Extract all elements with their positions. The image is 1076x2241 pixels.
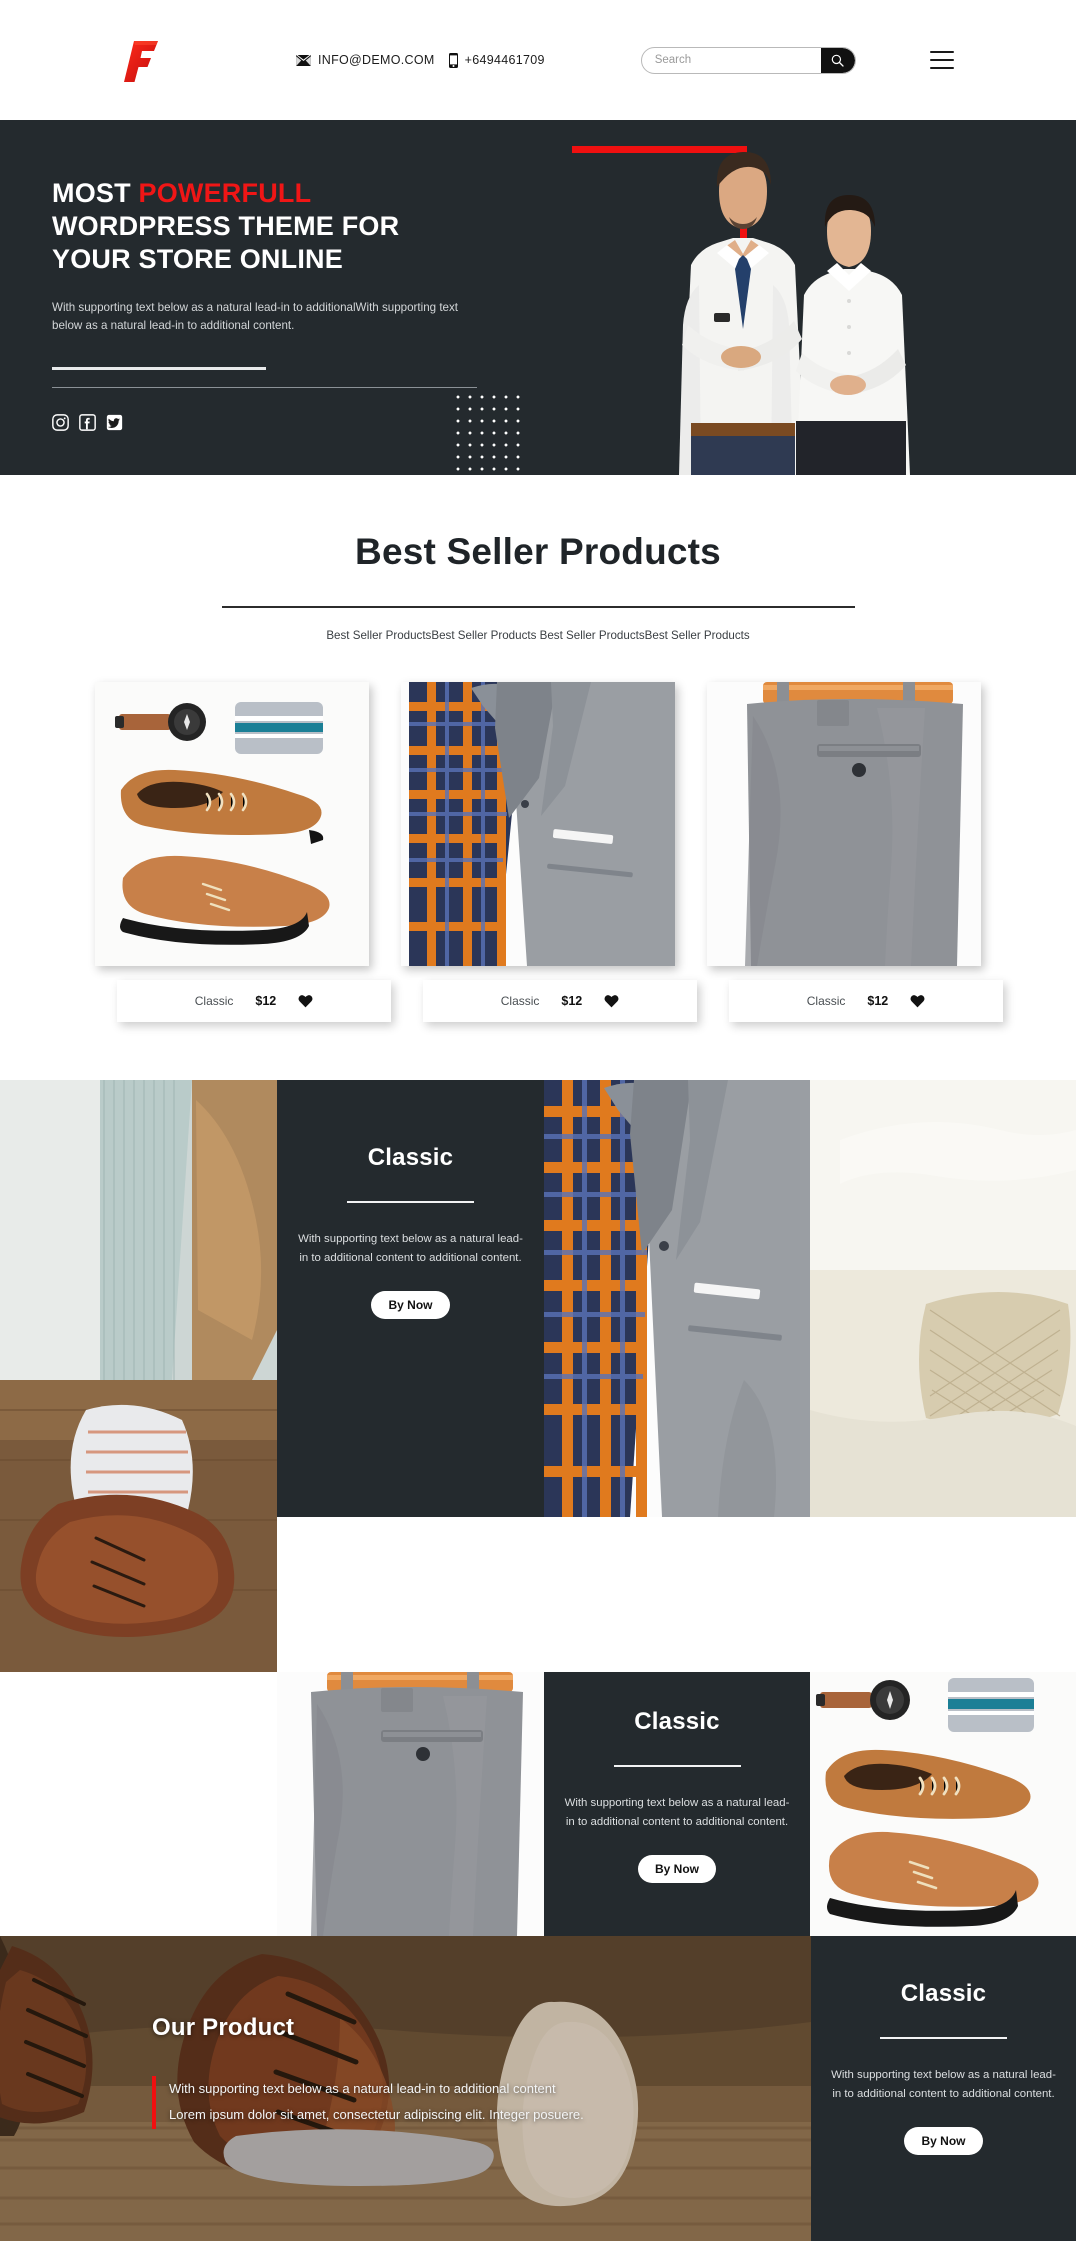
- product-meta: Classic $12: [729, 979, 1003, 1022]
- showcase-image-white-fabric[interactable]: [810, 1079, 1076, 1517]
- heart-icon[interactable]: [298, 994, 313, 1008]
- bestseller-subtitle: Best Seller ProductsBest Seller Products…: [326, 628, 750, 642]
- showcase-row: Classic With supporting text below as a …: [0, 1671, 1076, 1936]
- promo-description: With supporting text below as a natural …: [564, 1796, 790, 1828]
- showcase-image-grey-trousers[interactable]: [277, 1671, 544, 1936]
- showcase-image-shoes-watch-socks[interactable]: [810, 1671, 1076, 1936]
- promo-title: Classic: [900, 1979, 987, 2007]
- twitter-icon[interactable]: [106, 414, 123, 431]
- showcase-row: Our Product With supporting text below a…: [0, 1935, 1076, 2241]
- promo-divider: [880, 2036, 1007, 2039]
- mail-icon: [296, 54, 311, 66]
- showcase-row: Classic With supporting text below as a …: [0, 1079, 1076, 1672]
- product-image-grey-trousers[interactable]: [707, 681, 981, 966]
- hero-photo-business-couple: [596, 135, 976, 475]
- promo-divider: [347, 1200, 474, 1203]
- product-price: $12: [561, 993, 583, 1008]
- promo-description: With supporting text below as a natural …: [298, 1232, 523, 1264]
- buy-now-button[interactable]: By Now: [904, 2126, 983, 2155]
- product-showcase-grid: Classic With supporting text below as a …: [0, 1079, 1076, 2241]
- our-product-title: Our Product: [152, 2013, 295, 2041]
- header-email-label: INFO@DEMO.COM: [318, 53, 435, 67]
- product-name: Classic: [500, 993, 540, 1008]
- site-logo[interactable]: [118, 35, 162, 85]
- heart-icon[interactable]: [604, 994, 619, 1008]
- hero-divider-thin: [52, 386, 477, 389]
- our-product-body: With supporting text below as a natural …: [152, 2075, 811, 2129]
- header-contact-block: INFO@DEMO.COM +6494461709: [296, 52, 545, 68]
- hamburger-line: [929, 67, 954, 69]
- hero-title: MOST POWERFULL WORDPRESS THEME FOR YOUR …: [52, 177, 480, 277]
- product-price: $12: [255, 993, 277, 1008]
- hamburger-line: [929, 51, 954, 53]
- bestseller-divider: [221, 606, 855, 608]
- bestseller-title: Best Seller Products: [355, 531, 721, 572]
- buy-now-button[interactable]: By Now: [371, 1290, 450, 1319]
- hero-description: With supporting text below as a natural …: [52, 300, 459, 333]
- product-card: Classic $12: [401, 681, 697, 1022]
- hero-title-part2: WORDPRESS THEME FOR YOUR STORE ONLINE: [52, 211, 400, 275]
- hero-title-part1: MOST: [52, 178, 139, 208]
- bestseller-section: Best Seller Products Best Seller Product…: [0, 475, 1076, 1022]
- site-header: INFO@DEMO.COM +6494461709: [0, 0, 1076, 120]
- search-button[interactable]: [820, 47, 855, 73]
- promo-title: Classic: [367, 1143, 454, 1171]
- product-name: Classic: [806, 993, 846, 1008]
- hero-social-links: [52, 414, 480, 431]
- logo-f-icon: [124, 41, 158, 82]
- promo-card-classic-1: Classic With supporting text below as a …: [277, 1079, 544, 1517]
- our-product-overlay: Our Product With supporting text below a…: [0, 1936, 811, 2241]
- our-product-banner[interactable]: Our Product With supporting text below a…: [0, 1935, 811, 2241]
- hero-title-accent: POWERFULL: [138, 178, 312, 208]
- facebook-icon[interactable]: [79, 414, 96, 431]
- promo-card-classic-3: Classic With supporting text below as a …: [811, 1935, 1076, 2241]
- product-meta: Classic $12: [423, 979, 697, 1022]
- product-image-shoes-watch-socks[interactable]: [95, 681, 369, 966]
- header-phone-label: +6494461709: [464, 53, 545, 67]
- product-card: Classic $12: [95, 681, 391, 1022]
- search-input[interactable]: [641, 47, 821, 73]
- promo-divider: [613, 1764, 741, 1767]
- product-image-grey-blazer[interactable]: [401, 681, 675, 966]
- instagram-icon[interactable]: [52, 414, 69, 431]
- product-meta: Classic $12: [117, 979, 391, 1022]
- showcase-image-grey-blazer[interactable]: [544, 1079, 810, 1517]
- hero-text-block: MOST POWERFULL WORDPRESS THEME FOR YOUR …: [0, 120, 480, 431]
- bestseller-product-list: Classic $12 Classic $12 Classic $12: [95, 681, 1003, 1022]
- product-card: Classic $12: [707, 681, 1003, 1022]
- showcase-row2-spacer: [0, 1672, 277, 1936]
- phone-icon: [448, 52, 458, 68]
- header-phone[interactable]: +6494461709: [448, 52, 545, 68]
- product-name: Classic: [194, 993, 234, 1008]
- showcase-image-jeans-socks-shoe[interactable]: [0, 1079, 277, 1672]
- our-product-line2: Lorem ipsum dolor sit amet, consectetur …: [169, 2107, 584, 2123]
- promo-card-classic-2: Classic With supporting text below as a …: [544, 1671, 810, 1936]
- header-email[interactable]: INFO@DEMO.COM: [296, 53, 435, 67]
- search-box[interactable]: [640, 46, 856, 74]
- hamburger-menu-icon[interactable]: [929, 51, 954, 69]
- our-product-line1: With supporting text below as a natural …: [169, 2080, 556, 2096]
- product-price: $12: [867, 993, 889, 1008]
- hamburger-line: [929, 59, 954, 61]
- hero-section: MOST POWERFULL WORDPRESS THEME FOR YOUR …: [0, 120, 1076, 475]
- hero-divider-thick: [52, 367, 266, 370]
- search-icon: [831, 54, 844, 67]
- heart-icon[interactable]: [910, 994, 925, 1008]
- promo-title: Classic: [634, 1707, 720, 1735]
- promo-description: With supporting text below as a natural …: [831, 2068, 1056, 2100]
- buy-now-button[interactable]: By Now: [637, 1854, 716, 1883]
